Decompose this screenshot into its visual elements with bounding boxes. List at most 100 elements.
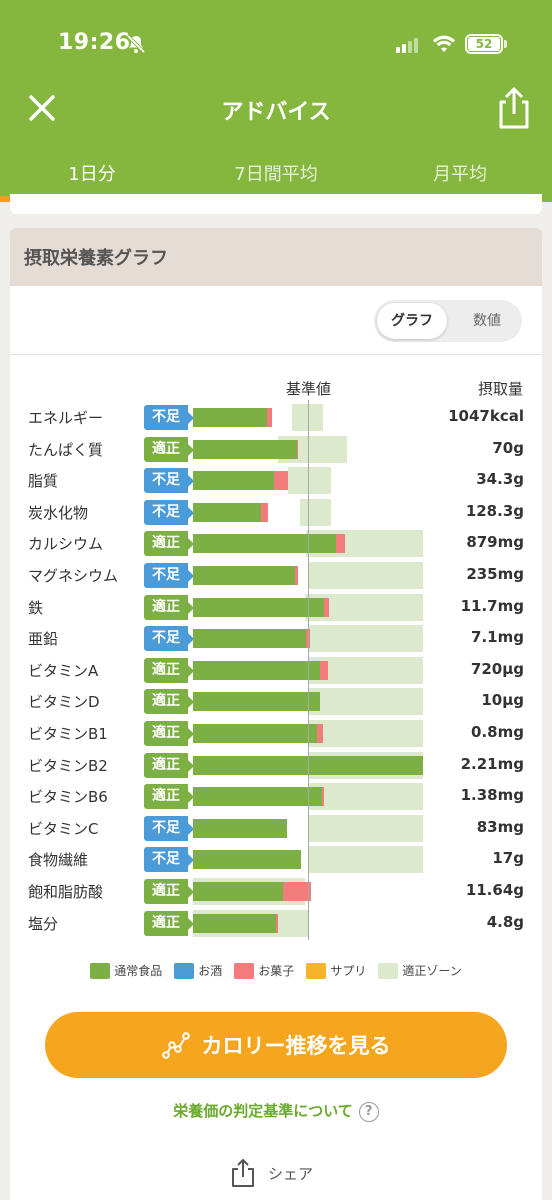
legend-label: サプリ <box>330 964 367 978</box>
nutrient-name: ビタミンC <box>28 819 99 838</box>
nutrient-row: 食物繊維 不足 17g <box>10 844 542 874</box>
bar-regular-food <box>193 439 297 459</box>
legend-swatch <box>90 962 111 979</box>
status-badge: 適正 <box>144 689 194 715</box>
nutrient-name: 炭水化物 <box>28 503 89 522</box>
nutrient-name: たんぱく質 <box>28 440 104 459</box>
bar-regular-food <box>193 850 302 870</box>
share-icon[interactable] <box>494 86 534 130</box>
bar-sweets <box>319 660 328 680</box>
nutrient-row: ビタミンC 不足 83mg <box>10 813 542 843</box>
nutrient-value: 235mg <box>466 565 524 583</box>
tab-monthly-average[interactable]: 月平均 <box>368 136 552 202</box>
status-badge: 不足 <box>144 815 194 841</box>
nutrient-name: ビタミンB6 <box>28 788 108 807</box>
divider <box>10 354 542 355</box>
legend-item: お酒 <box>174 962 222 979</box>
nutrient-name: 食物繊維 <box>28 851 89 870</box>
bar-regular-food <box>193 882 283 901</box>
nutrient-row: たんぱく質 適正 70g <box>10 434 542 464</box>
bar-sweets <box>273 471 289 491</box>
nutrient-value: 11.7mg <box>460 596 524 615</box>
period-tabs: 1日分 7日間平均 月平均 <box>0 136 552 202</box>
nutrient-value: 7.1mg <box>471 628 524 647</box>
tab-one-day[interactable]: 1日分 <box>0 136 184 202</box>
bar-sweets <box>317 724 323 743</box>
status-badge: 不足 <box>144 626 194 652</box>
nutrient-value: 2.21mg <box>460 754 524 773</box>
bar-sweets <box>275 913 279 933</box>
nutrient-row: ビタミンD 適正 10µg <box>10 686 542 716</box>
status-badge: 適正 <box>144 531 194 557</box>
nutrient-name: ビタミンB2 <box>28 756 108 775</box>
nutrient-value: 83mg <box>476 817 524 836</box>
bar-regular-food <box>193 597 325 617</box>
nutrient-row: 亜鉛 不足 7.1mg <box>10 623 542 653</box>
optimal-zone <box>308 625 423 653</box>
nutrient-row: マグネシウム 不足 235mg <box>10 560 542 590</box>
optimal-zone <box>308 783 423 811</box>
nutrient-row: 脂質 不足 34.3g <box>10 465 542 495</box>
nutrient-value: 879mg <box>466 533 524 552</box>
legend-label: お酒 <box>198 964 223 978</box>
optimal-zone <box>288 467 331 495</box>
battery-level: 52 <box>468 37 500 51</box>
reference-header: 基準値 <box>286 380 332 398</box>
nutrient-value: 34.3g <box>476 470 524 489</box>
nutrient-name: ビタミンA <box>28 661 99 680</box>
share-label: シェア <box>268 1164 314 1183</box>
legend-item: 通常食品 <box>90 962 162 979</box>
nutrient-row: 塩分 適正 4.8g <box>10 908 542 938</box>
toggle-numeric-button[interactable]: 数値 <box>452 303 522 339</box>
bar-sweets <box>335 534 345 554</box>
nutrient-name: ビタミンB1 <box>28 725 108 743</box>
legend-swatch <box>378 962 399 979</box>
nutrient-name: 亜鉛 <box>28 630 59 649</box>
status-time: 19:26 <box>58 30 131 55</box>
nutrient-name: エネルギー <box>28 409 104 427</box>
status-badge: 適正 <box>144 594 194 620</box>
optimal-zone <box>308 562 423 589</box>
criteria-link[interactable]: 栄養価の判定基準について? <box>10 1100 542 1122</box>
page-title: アドバイス <box>221 100 331 125</box>
nutrient-value: 11.64g <box>465 881 524 899</box>
share-icon <box>232 1159 254 1187</box>
legend-label: お菓子 <box>258 964 295 978</box>
bar-sweets <box>321 787 325 807</box>
toggle-graph-button[interactable]: グラフ <box>377 303 447 339</box>
status-badge: 適正 <box>144 752 194 778</box>
navigation-bar: アドバイス <box>0 80 552 136</box>
bar-sweets <box>260 502 268 522</box>
optimal-zone <box>308 720 423 747</box>
share-button[interactable]: シェア <box>230 1158 313 1188</box>
bar-sweets <box>266 408 273 427</box>
signal-icon <box>396 38 418 53</box>
optimal-zone <box>308 814 423 842</box>
help-icon[interactable]: ? <box>358 1101 379 1122</box>
optimal-zone <box>299 498 331 526</box>
status-badge: 不足 <box>144 563 194 588</box>
battery-tip <box>504 40 507 48</box>
criteria-link-text: 栄養価の判定基準について <box>173 1102 353 1120</box>
bar-regular-food <box>193 471 274 491</box>
chart-legend: 通常食品 お酒 お菓子 サプリ 適正ゾーン <box>10 962 542 979</box>
nutrient-row: カルシウム 適正 879mg <box>10 528 542 558</box>
nutrient-row: エネルギー 不足 1047kcal <box>10 402 542 432</box>
tab-seven-day-average[interactable]: 7日間平均 <box>184 136 368 202</box>
nutrient-value: 70g <box>492 438 524 457</box>
bar-sweets <box>296 439 298 459</box>
bar-regular-food <box>193 818 288 838</box>
nutrient-name: ビタミンD <box>28 693 100 712</box>
status-badge: 適正 <box>144 879 194 904</box>
legend-swatch <box>174 962 195 979</box>
legend-label: 通常食品 <box>114 964 163 978</box>
nutrient-row: 炭水化物 不足 128.3g <box>10 497 542 527</box>
calorie-trend-button[interactable]: カロリー推移を見る <box>45 1012 507 1078</box>
nutrient-row: ビタミンB2 適正 2.21mg <box>10 750 542 780</box>
bar-regular-food <box>193 692 320 712</box>
bar-regular-food <box>193 629 306 649</box>
nutrient-name: 飽和脂肪酸 <box>28 883 104 901</box>
previous-card <box>10 194 542 214</box>
status-badge: 不足 <box>144 468 194 494</box>
nutrient-row: ビタミンA 適正 720µg <box>10 655 542 685</box>
